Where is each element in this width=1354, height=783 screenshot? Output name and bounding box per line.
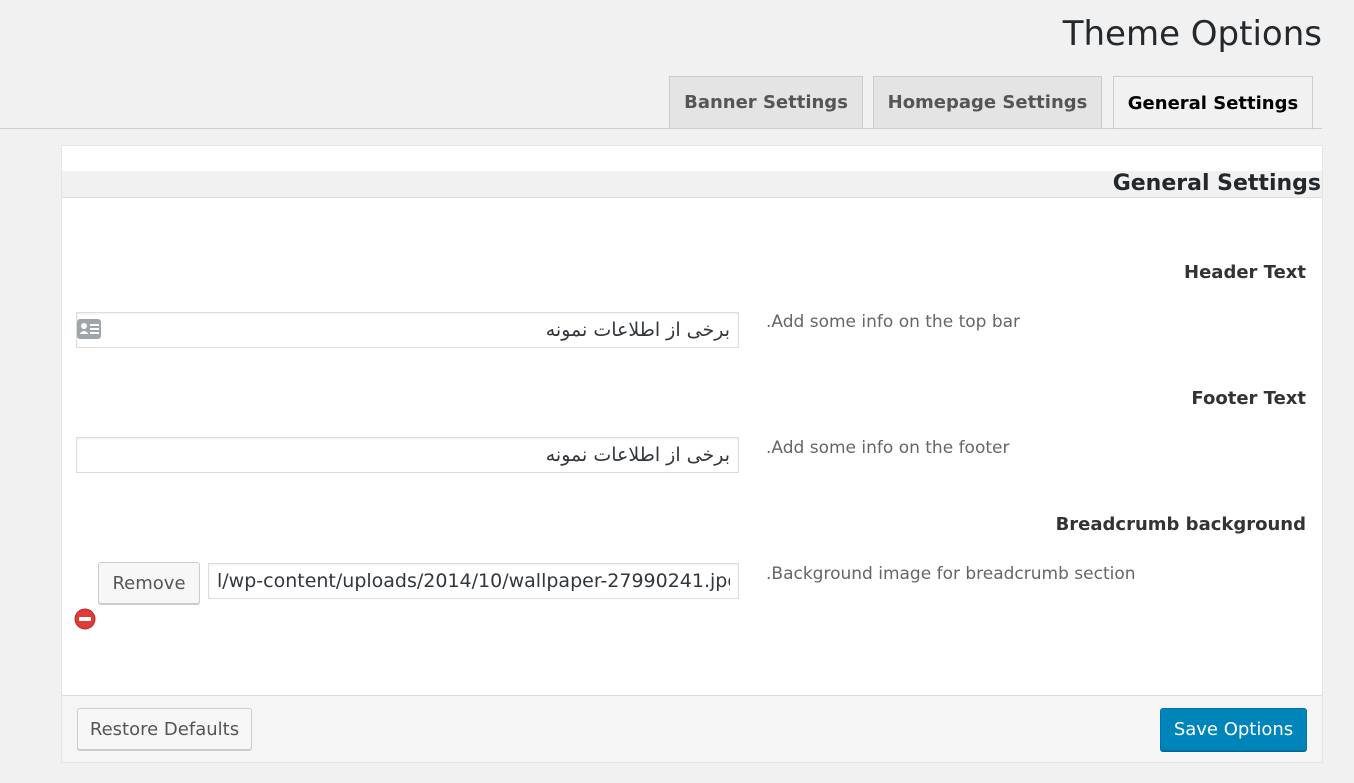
header-text-label: Header Text — [1184, 262, 1306, 283]
tab-homepage-settings[interactable]: Homepage Settings — [873, 76, 1102, 128]
breadcrumb-image-url-input[interactable] — [208, 563, 739, 599]
remove-circle-icon[interactable] — [74, 608, 96, 630]
contact-card-icon[interactable] — [76, 318, 102, 340]
footer-text-input[interactable] — [76, 437, 739, 473]
restore-defaults-button[interactable]: Restore Defaults — [77, 708, 252, 750]
tabs-divider — [0, 128, 1322, 129]
tab-general-settings[interactable]: General Settings — [1113, 76, 1313, 130]
section-title: General Settings — [1112, 171, 1321, 196]
tab-banner-settings[interactable]: Banner Settings — [669, 76, 863, 128]
footer-text-label: Footer Text — [1191, 388, 1306, 409]
remove-image-button[interactable]: Remove — [98, 562, 200, 604]
settings-panel: General Settings Header Text .Add some i… — [61, 145, 1323, 763]
breadcrumb-background-label: Breadcrumb background — [1055, 514, 1306, 535]
panel-footer: Restore Defaults Save Options — [62, 695, 1322, 762]
breadcrumb-background-description: .Background image for breadcrumb section — [766, 564, 1136, 584]
page-title: Theme Options — [1062, 14, 1322, 54]
header-text-description: .Add some info on the top bar — [766, 312, 1021, 332]
footer-text-description: .Add some info on the footer — [766, 438, 1010, 458]
save-options-button[interactable]: Save Options — [1160, 708, 1307, 751]
header-text-input[interactable] — [76, 312, 739, 348]
